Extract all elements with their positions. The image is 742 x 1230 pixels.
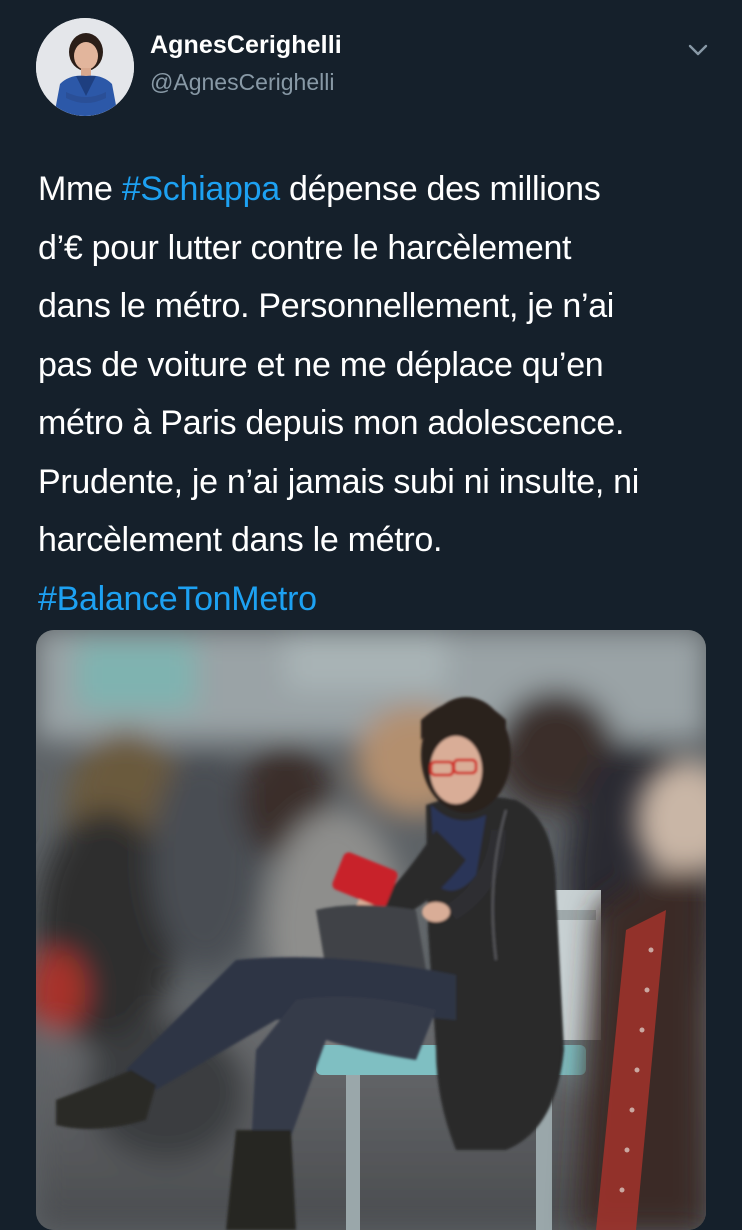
tweet-line-2: d’€ pour lutter contre le harcèlement bbox=[38, 228, 572, 267]
tweet-line-6: Prudente, je n’ai jamais subi ni insulte… bbox=[38, 462, 640, 501]
tweet-text: Mme #Schiappa dépense des millions d’€ p… bbox=[38, 160, 718, 628]
tweet-photo[interactable] bbox=[36, 630, 706, 1230]
avatar[interactable] bbox=[36, 18, 134, 116]
avatar-image bbox=[36, 18, 134, 116]
tweet: AgnesCerighelli @AgnesCerighelli Mme #Sc… bbox=[0, 0, 742, 1230]
chevron-down-icon[interactable] bbox=[684, 36, 712, 64]
tweet-line-1: Mme #Schiappa dépense des millions bbox=[38, 160, 718, 219]
tweet-line-4: pas de voiture et ne me déplace qu’en bbox=[38, 345, 604, 384]
metro-photo bbox=[36, 630, 706, 1230]
tweet-line-3: dans le métro. Personnellement, je n’ai bbox=[38, 287, 615, 325]
tweet-line-7: harcèlement dans le métro. bbox=[38, 521, 443, 559]
author-handle[interactable]: @AgnesCerighelli bbox=[150, 69, 334, 96]
tweet-line-8: #BalanceTonMetro bbox=[38, 570, 718, 629]
tweet-text-fragment: dépense des millions bbox=[279, 170, 601, 208]
hashtag-balancetonmetro[interactable]: #BalanceTonMetro bbox=[38, 580, 317, 618]
tweet-line-5: métro à Paris depuis mon adolescence. bbox=[38, 404, 625, 442]
hashtag-schiappa[interactable]: #Schiappa bbox=[122, 170, 280, 208]
tweet-text-fragment: Mme bbox=[38, 170, 122, 208]
author-name[interactable]: AgnesCerighelli bbox=[150, 31, 342, 60]
